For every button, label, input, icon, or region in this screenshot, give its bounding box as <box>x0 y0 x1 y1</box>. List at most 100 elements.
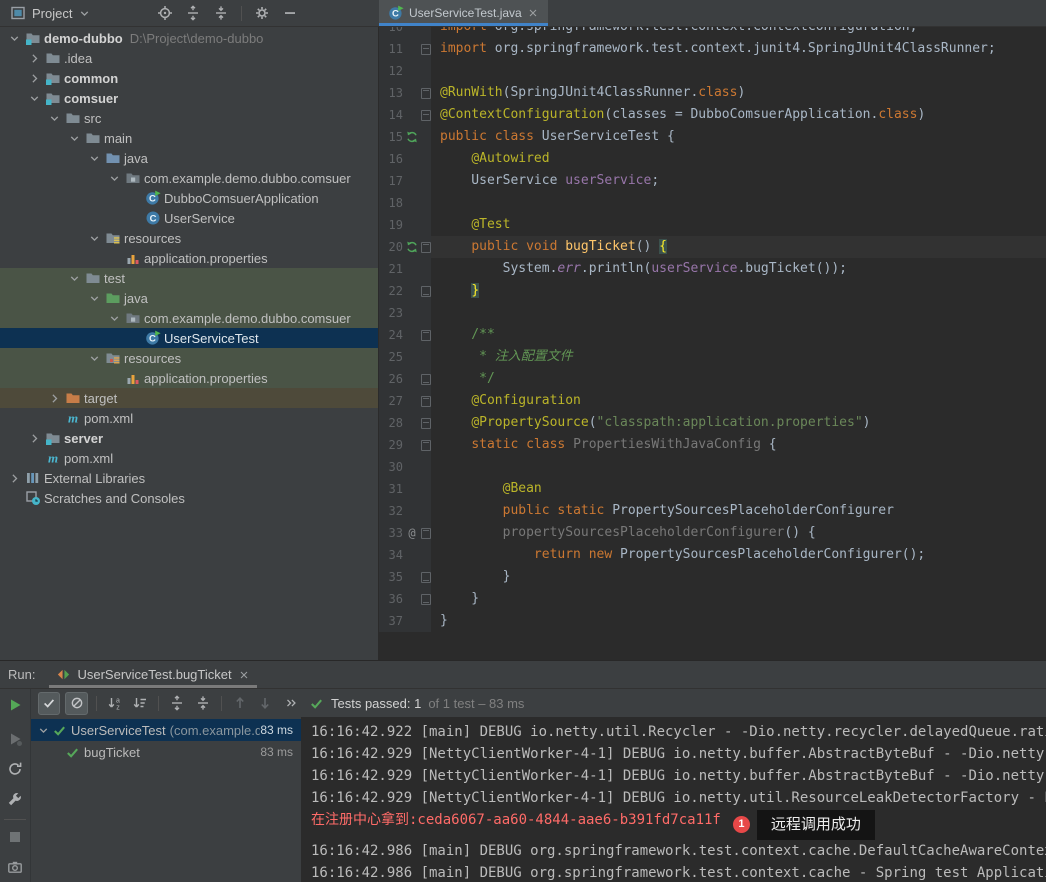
code-line-14[interactable]: 14@ContextConfiguration(classes = DubboC… <box>379 104 1046 126</box>
tree-item-comsuer[interactable]: comsuer <box>0 88 378 108</box>
run-test-gutter-icon[interactable] <box>404 129 420 145</box>
tree-item--idea[interactable]: .idea <box>0 48 378 68</box>
code-line-23[interactable]: 23 <box>379 302 1046 324</box>
chevron-down-icon[interactable] <box>6 32 23 45</box>
run-tab-bugticket[interactable]: UserServiceTest.bugTicket <box>47 661 258 688</box>
chevron-right-icon[interactable] <box>6 472 23 485</box>
code-line-26[interactable]: 26 */ <box>379 368 1046 390</box>
fold-marker[interactable] <box>420 440 431 451</box>
chevron-down-icon[interactable] <box>46 112 63 125</box>
chevron-right-icon[interactable] <box>26 72 43 85</box>
code-editor[interactable]: 10import org.springframework.test.contex… <box>379 26 1046 660</box>
toggle-auto-test-icon[interactable] <box>7 761 23 777</box>
run-test-gutter-icon[interactable] <box>404 239 420 255</box>
rerun-tests-icon[interactable] <box>7 697 23 713</box>
tree-item-common[interactable]: common <box>0 68 378 88</box>
tree-item-application-properties[interactable]: application.properties <box>0 248 378 268</box>
code-line-32[interactable]: 32 public static PropertySourcesPlacehol… <box>379 500 1046 522</box>
tree-item-application-properties[interactable]: application.properties <box>0 368 378 388</box>
code-line-13[interactable]: 13@RunWith(SpringJUnit4ClassRunner.class… <box>379 82 1046 104</box>
code-line-28[interactable]: 28 @PropertySource("classpath:applicatio… <box>379 412 1046 434</box>
thread-dump-camera-icon[interactable] <box>7 859 23 875</box>
tree-item-com-example-demo-dubbo-comsuer[interactable]: com.example.demo.dubbo.comsuer <box>0 168 378 188</box>
tree-item-src[interactable]: src <box>0 108 378 128</box>
code-line-34[interactable]: 34 return new PropertySourcesPlaceholder… <box>379 544 1046 566</box>
tree-item-userservice[interactable]: CUserService <box>0 208 378 228</box>
fold-marker[interactable] <box>420 286 431 297</box>
close-icon[interactable] <box>238 669 250 681</box>
chevron-down-icon[interactable] <box>35 724 52 737</box>
tree-item-dubbocomsuerapplication[interactable]: CDubboComsuerApplication <box>0 188 378 208</box>
chevron-right-icon[interactable] <box>46 392 63 405</box>
editor-tab-userservicetest[interactable]: C UserServiceTest.java <box>379 0 548 26</box>
code-line-20[interactable]: 20 public void bugTicket() { <box>379 236 1046 258</box>
collapse-all-icon[interactable] <box>193 693 213 714</box>
fold-marker[interactable] <box>420 110 431 121</box>
code-line-11[interactable]: 11import org.springframework.test.contex… <box>379 38 1046 60</box>
fold-marker[interactable] <box>420 330 431 341</box>
chevron-right-icon[interactable] <box>26 52 43 65</box>
fold-marker[interactable] <box>420 594 431 605</box>
chevron-down-icon[interactable] <box>86 352 103 365</box>
show-ignored-icon[interactable] <box>65 692 87 715</box>
fold-marker[interactable] <box>420 242 431 253</box>
expand-all-icon[interactable] <box>185 5 201 21</box>
tree-item-com-example-demo-dubbo-comsuer[interactable]: com.example.demo.dubbo.comsuer <box>0 308 378 328</box>
tree-item-java[interactable]: java <box>0 288 378 308</box>
tree-item-pom-xml[interactable]: mpom.xml <box>0 408 378 428</box>
tree-item-resources[interactable]: resources <box>0 348 378 368</box>
scroll-from-source-icon[interactable] <box>157 5 173 21</box>
code-line-19[interactable]: 19 @Test <box>379 214 1046 236</box>
tree-item-main[interactable]: main <box>0 128 378 148</box>
code-line-10[interactable]: 10import org.springframework.test.contex… <box>379 26 1046 38</box>
code-line-30[interactable]: 30 <box>379 456 1046 478</box>
chevron-down-icon[interactable] <box>106 172 123 185</box>
chevron-down-icon[interactable] <box>66 132 83 145</box>
fold-marker[interactable] <box>420 374 431 385</box>
fold-marker[interactable] <box>420 396 431 407</box>
project-panel-header[interactable]: Project <box>0 5 91 21</box>
chevron-down-icon[interactable] <box>86 292 103 305</box>
fold-marker[interactable] <box>420 88 431 99</box>
chevron-down-icon[interactable] <box>78 7 91 20</box>
project-panel[interactable]: demo-dubboD:\Project\demo-dubbo.ideacomm… <box>0 26 379 660</box>
tree-item-server[interactable]: server <box>0 428 378 448</box>
tree-item-scratches-and-consoles[interactable]: Scratches and Consoles <box>0 488 378 508</box>
sort-alphabetically-icon[interactable]: az <box>105 693 125 714</box>
code-line-36[interactable]: 36 } <box>379 588 1046 610</box>
editor-code-area[interactable]: 10import org.springframework.test.contex… <box>379 26 1046 632</box>
code-line-22[interactable]: 22 } <box>379 280 1046 302</box>
tree-item-resources[interactable]: resources <box>0 228 378 248</box>
collapse-all-icon[interactable] <box>213 5 229 21</box>
chevron-right-icon[interactable] <box>26 432 43 445</box>
test-tree[interactable]: UserServiceTest(com.example.de83 msbugTi… <box>31 717 301 882</box>
test-result-userservicetest[interactable]: UserServiceTest(com.example.de83 ms <box>31 719 301 741</box>
fold-marker[interactable] <box>420 572 431 583</box>
tree-item-external-libraries[interactable]: External Libraries <box>0 468 378 488</box>
tree-item-pom-xml[interactable]: mpom.xml <box>0 448 378 468</box>
expand-all-icon[interactable] <box>167 693 187 714</box>
code-line-15[interactable]: 15public class UserServiceTest { <box>379 126 1046 148</box>
console-output[interactable]: 16:16:42.922 [main] DEBUG io.netty.util.… <box>301 717 1046 882</box>
chevron-down-icon[interactable] <box>66 272 83 285</box>
chevron-down-icon[interactable] <box>86 232 103 245</box>
chevron-down-icon[interactable] <box>26 92 43 105</box>
tree-item-demo-dubbo[interactable]: demo-dubboD:\Project\demo-dubbo <box>0 28 378 48</box>
notification-badge[interactable]: 1 <box>733 816 750 833</box>
code-line-12[interactable]: 12 <box>379 60 1046 82</box>
sort-by-duration-icon[interactable] <box>130 693 150 714</box>
tree-item-target[interactable]: target <box>0 388 378 408</box>
code-line-35[interactable]: 35 } <box>379 566 1046 588</box>
hide-panel-icon[interactable] <box>282 5 298 21</box>
test-result-bugticket[interactable]: bugTicket83 ms <box>31 741 301 763</box>
test-settings-wrench-icon[interactable] <box>7 791 23 807</box>
code-line-31[interactable]: 31 @Bean <box>379 478 1046 500</box>
code-line-21[interactable]: 21 System.err.println(userService.bugTic… <box>379 258 1046 280</box>
code-line-33[interactable]: 33@ propertySourcesPlaceholderConfigurer… <box>379 522 1046 544</box>
tree-item-userservicetest[interactable]: CUserServiceTest <box>0 328 378 348</box>
fold-marker[interactable] <box>420 528 431 539</box>
more-options-icon[interactable] <box>281 693 301 714</box>
code-line-37[interactable]: 37} <box>379 610 1046 632</box>
close-icon[interactable] <box>527 7 539 19</box>
code-line-16[interactable]: 16 @Autowired <box>379 148 1046 170</box>
